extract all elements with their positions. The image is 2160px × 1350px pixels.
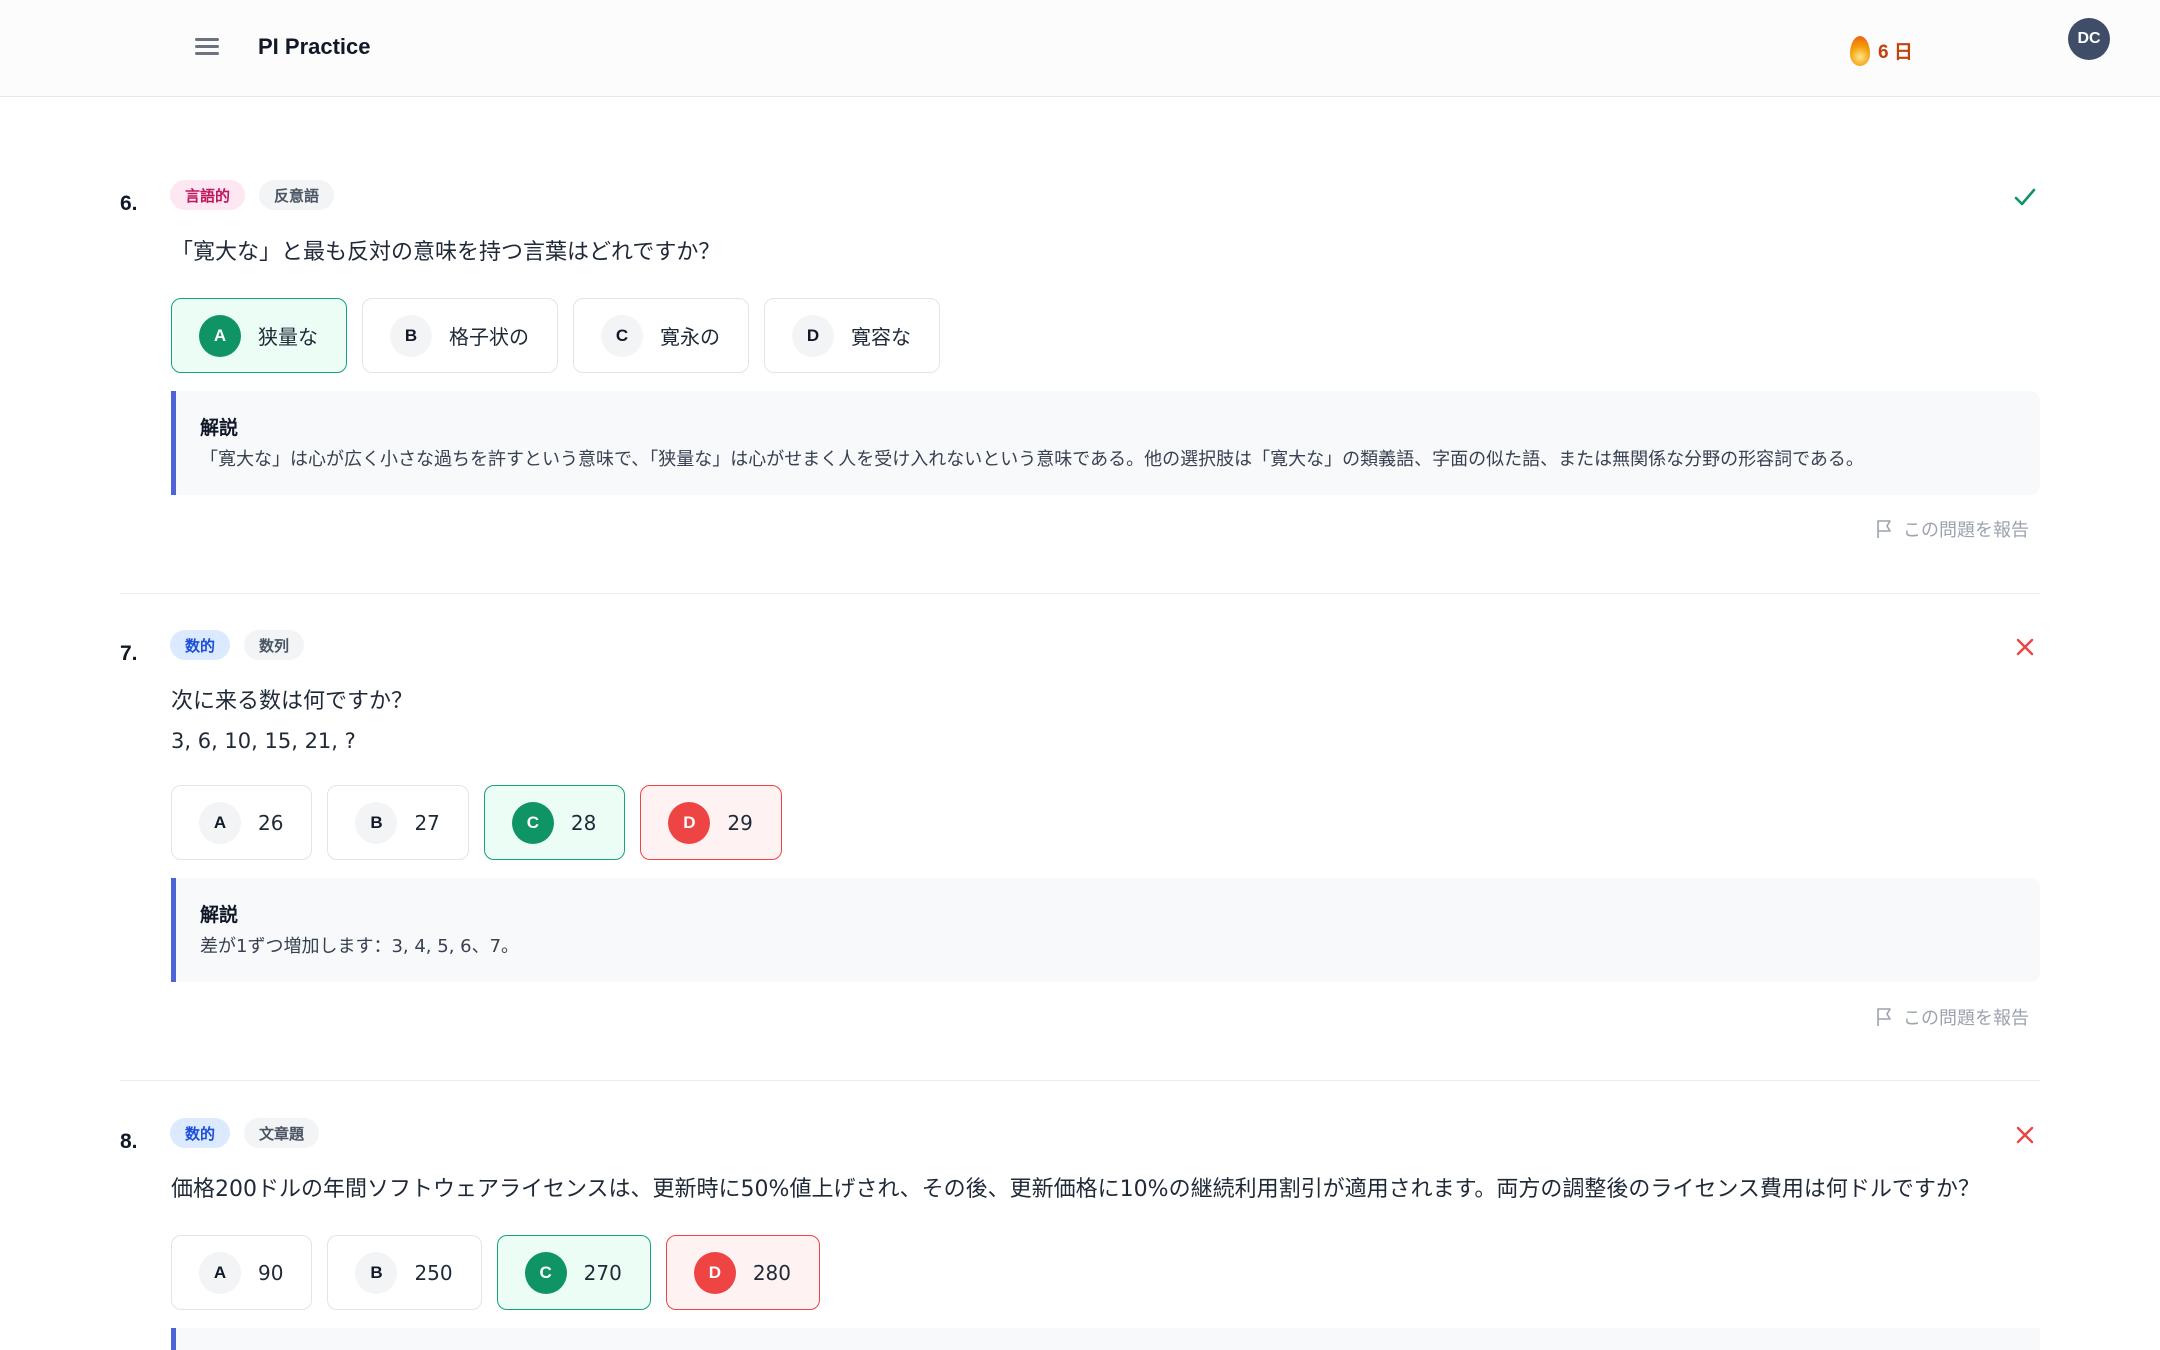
- option-b[interactable]: B 格子状の: [362, 298, 558, 373]
- category-tag: 言語的: [170, 180, 246, 210]
- option-letter: A: [199, 801, 241, 844]
- option-b[interactable]: B 27: [327, 785, 469, 860]
- question-7: 7. 数的 数列 次に来る数は何ですか？ 3, 6, 10, 15, 21, ?…: [120, 630, 2040, 1042]
- question-tags: 言語的 反意語: [170, 180, 335, 210]
- streak-counter: 6 日: [1850, 34, 1913, 66]
- divider: [120, 1080, 2040, 1081]
- question-number: 8.: [120, 1130, 138, 1153]
- app-title: PI Practice: [258, 34, 371, 59]
- divider: [120, 593, 2040, 594]
- explanation-box: [171, 1328, 2040, 1350]
- option-b[interactable]: B 250: [327, 1235, 482, 1310]
- option-d[interactable]: D 寛容な: [764, 298, 940, 373]
- question-text: 価格200ドルの年間ソフトウェアライセンスは、更新時に50%値上げされ、その後、…: [171, 1177, 1980, 1202]
- flame-icon: [1850, 36, 1870, 66]
- option-a[interactable]: A 狭量な: [171, 298, 347, 373]
- avatar[interactable]: DC: [2068, 18, 2110, 60]
- answer-options: A 狭量な B 格子状の C 寛永の D 寛容な: [171, 298, 940, 373]
- question-8: 8. 数的 文章題 価格200ドルの年間ソフトウェアライセンスは、更新時に50%…: [120, 1118, 2040, 1350]
- option-c[interactable]: C 270: [496, 1235, 651, 1310]
- question-6: 6. 言語的 反意語 「寛大な」と最も反対の意味を持つ言葉はどれですか？ A 狭…: [120, 180, 2040, 552]
- explanation-box: 解説 「寛大な」は心が広く小さな過ちを許すという意味で、「狭量な」は心がせまく人…: [171, 391, 2040, 495]
- question-number: 6.: [120, 192, 138, 215]
- option-letter: A: [199, 314, 241, 357]
- option-letter: D: [693, 1251, 736, 1294]
- option-letter: B: [355, 1251, 398, 1294]
- option-text: 27: [414, 810, 440, 835]
- question-text: 次に来る数は何ですか？: [171, 689, 414, 714]
- option-letter: B: [390, 314, 432, 357]
- option-d[interactable]: D 280: [665, 1235, 821, 1310]
- checkmark-icon: [2014, 188, 2036, 206]
- option-letter: A: [199, 1251, 241, 1294]
- option-text: 28: [570, 810, 597, 835]
- x-icon: [2016, 638, 2034, 656]
- category-tag: 数的: [170, 1118, 231, 1148]
- question-text: 「寛大な」と最も反対の意味を持つ言葉はどれですか？: [171, 240, 721, 265]
- option-letter: C: [511, 801, 554, 844]
- option-text: 250: [414, 1260, 453, 1285]
- option-text: 26: [258, 810, 284, 835]
- flag-icon: [1877, 520, 1891, 538]
- report-link[interactable]: この問題を報告: [1875, 1004, 2029, 1030]
- report-label: この問題を報告: [1903, 1008, 2029, 1029]
- option-c[interactable]: C 寛永の: [573, 298, 749, 373]
- option-text: 狭量な: [258, 325, 318, 349]
- subcategory-tag: 文章題: [244, 1118, 320, 1148]
- option-a[interactable]: A 90: [171, 1235, 313, 1310]
- question-number: 7.: [120, 642, 138, 665]
- option-text: 29: [727, 810, 753, 835]
- option-letter: D: [792, 314, 834, 357]
- question-tags: 数的 文章題: [170, 1118, 320, 1148]
- option-text: 280: [752, 1260, 792, 1285]
- report-link[interactable]: この問題を報告: [1875, 516, 2029, 542]
- option-d[interactable]: D 29: [640, 785, 782, 860]
- option-text: 270: [583, 1260, 622, 1285]
- option-letter: C: [524, 1251, 567, 1294]
- option-a[interactable]: A 26: [171, 785, 313, 860]
- x-icon: [2016, 1126, 2034, 1144]
- option-c[interactable]: C 28: [483, 785, 626, 860]
- explanation-title: 解説: [200, 417, 239, 439]
- streak-days: 6 日: [1878, 41, 1913, 63]
- flag-icon: [1877, 1008, 1891, 1026]
- explanation-title: 解説: [200, 904, 239, 926]
- explanation-text: 差が1ずつ増加します：3, 4, 5, 6、7。: [200, 936, 520, 957]
- category-tag: 数的: [170, 630, 231, 660]
- option-text: 寛容な: [851, 325, 911, 349]
- subcategory-tag: 数列: [244, 630, 305, 660]
- option-text: 90: [258, 1260, 284, 1285]
- answer-options: A 26 B 27 C 28 D 29: [171, 785, 782, 860]
- option-letter: C: [601, 314, 643, 357]
- option-text: 格子状の: [449, 325, 529, 349]
- explanation-box: 解説 差が1ずつ増加します：3, 4, 5, 6、7。: [171, 878, 2040, 982]
- option-letter: D: [668, 801, 711, 844]
- subcategory-tag: 反意語: [259, 180, 335, 210]
- hamburger-icon[interactable]: [190, 32, 224, 62]
- option-text: 寛永の: [660, 325, 720, 349]
- explanation-text: 「寛大な」は心が広く小さな過ちを許すという意味で、「狭量な」は心がせまく人を受け…: [200, 449, 1864, 470]
- report-label: この問題を報告: [1903, 520, 2029, 541]
- number-sequence: 3, 6, 10, 15, 21, ?: [171, 729, 356, 753]
- top-bar: PI Practice 6 日 DC: [0, 0, 2160, 97]
- question-tags: 数的 数列: [170, 630, 305, 660]
- answer-options: A 90 B 250 C 270 D 280: [171, 1235, 821, 1310]
- option-letter: B: [355, 801, 398, 844]
